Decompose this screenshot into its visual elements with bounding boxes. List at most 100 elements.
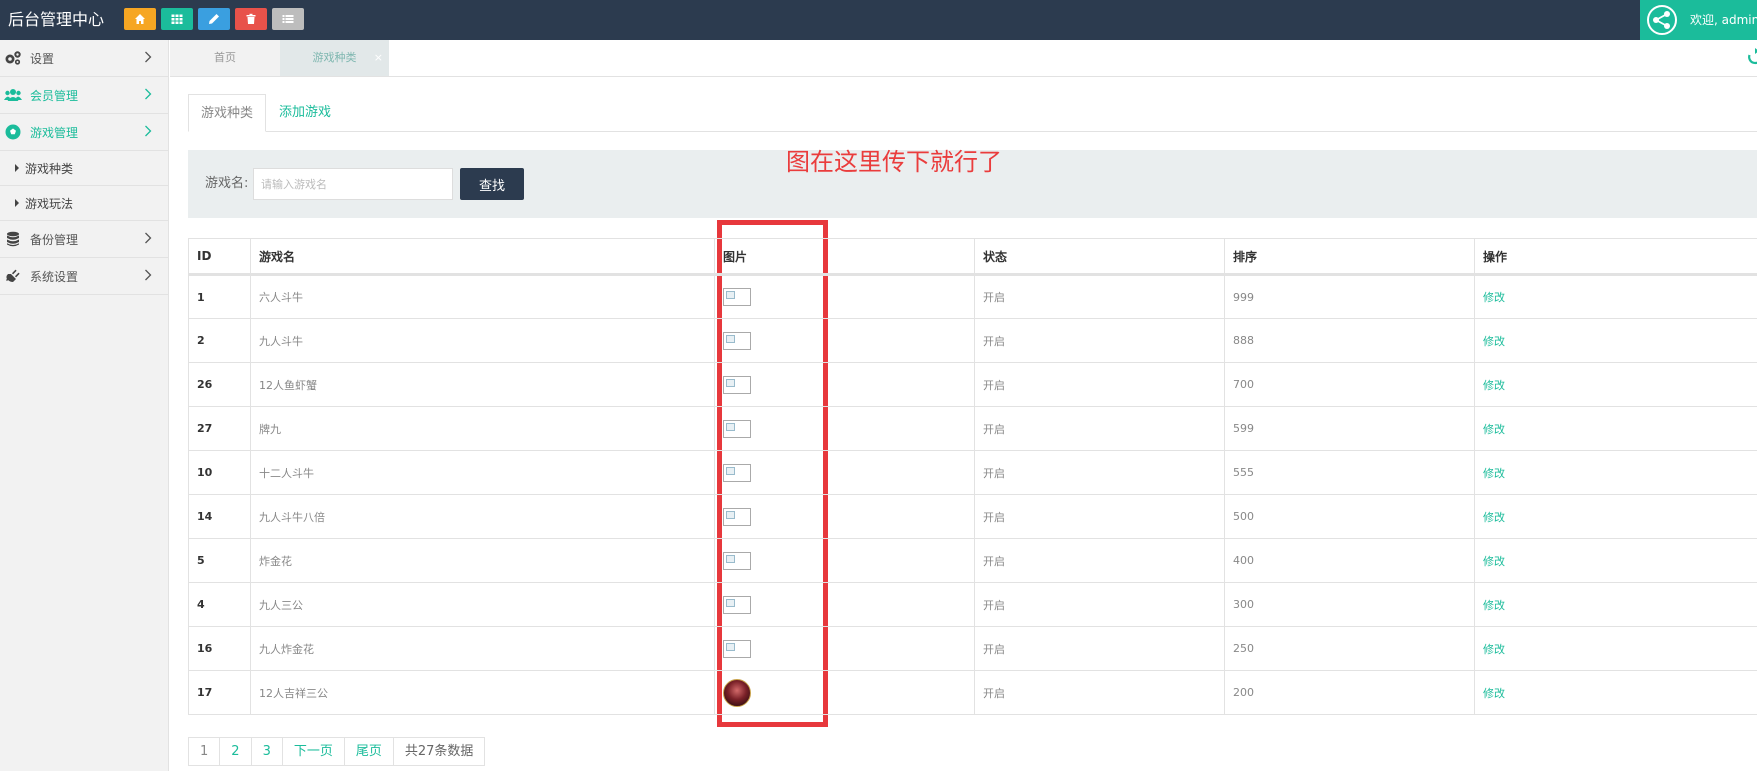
grid-icon — [171, 14, 183, 24]
sidebar-subitem-game-rules[interactable]: 游戏玩法 — [0, 186, 168, 221]
sidebar-item-settings[interactable]: 设置 — [0, 40, 168, 77]
caret-right-icon — [15, 164, 19, 172]
sidebar-item-system-settings[interactable]: 系统设置 — [0, 258, 168, 295]
cell-image — [714, 450, 975, 495]
table-row: 10 十二人斗牛 开启 555 修改 — [188, 450, 1757, 495]
sidebar-subitem-label: 游戏玩法 — [25, 196, 74, 211]
table-header-row: ID 游戏名 图片 状态 排序 操作 — [188, 238, 1757, 276]
cell-id: 1 — [188, 274, 251, 319]
cell-name: 九人斗牛 — [250, 318, 715, 363]
broken-image-icon — [723, 551, 751, 570]
broken-image-icon — [723, 288, 751, 306]
page-2[interactable]: 2 — [220, 738, 252, 765]
cell-name: 牌九 — [250, 406, 715, 451]
edit-link[interactable]: 修改 — [1474, 450, 1757, 495]
cell-id: 4 — [188, 582, 251, 627]
soccer-ball-icon — [3, 123, 23, 141]
column-header-image: 图片 — [714, 238, 975, 276]
content-tab-bar: 游戏种类 添加游戏 — [188, 94, 1757, 132]
game-name-input[interactable] — [253, 168, 453, 200]
database-icon — [3, 230, 23, 248]
broken-image-icon — [723, 375, 751, 394]
edit-link[interactable]: 修改 — [1474, 318, 1757, 363]
sidebar-subitem-game-types[interactable]: 游戏种类 — [0, 151, 168, 186]
cell-name: 12人鱼虾蟹 — [250, 362, 715, 407]
chevron-right-icon — [145, 125, 152, 137]
search-label: 游戏名: — [205, 176, 249, 191]
cell-sort: 555 — [1224, 450, 1475, 495]
edit-link[interactable]: 修改 — [1474, 274, 1757, 319]
sidebar-item-label: 系统设置 — [30, 269, 79, 284]
page-1[interactable]: 1 — [189, 738, 221, 765]
tab-game-types[interactable]: 游戏种类 × — [280, 40, 389, 76]
cell-id: 26 — [188, 362, 251, 407]
cell-sort: 999 — [1224, 274, 1475, 319]
chevron-right-icon — [145, 269, 152, 281]
cell-name: 六人斗牛 — [250, 274, 715, 319]
page-3[interactable]: 3 — [252, 738, 283, 765]
user-menu[interactable]: 欢迎, admin — [1640, 0, 1757, 40]
tab-label: 游戏种类 — [312, 51, 357, 64]
cell-sort: 700 — [1224, 362, 1475, 407]
users-icon — [3, 86, 23, 104]
broken-image-icon — [723, 463, 751, 482]
cell-id: 16 — [188, 626, 251, 671]
column-header-name: 游戏名 — [250, 238, 715, 276]
cell-image — [714, 406, 975, 451]
tab-game-type-list[interactable]: 游戏种类 — [188, 94, 266, 132]
edit-link[interactable]: 修改 — [1474, 670, 1757, 715]
cell-id: 10 — [188, 450, 251, 495]
edit-button[interactable] — [198, 8, 230, 30]
plug-icon — [3, 267, 23, 285]
edit-link[interactable]: 修改 — [1474, 362, 1757, 407]
tab-close-button[interactable]: × — [374, 40, 383, 76]
broken-image-icon — [723, 419, 751, 438]
game-thumbnail-image — [723, 678, 751, 707]
cell-name: 12人吉祥三公 — [250, 670, 715, 715]
tab-add-game[interactable]: 添加游戏 — [279, 94, 331, 132]
pencil-icon — [209, 14, 219, 24]
broken-image-icon — [723, 331, 751, 350]
cell-id: 14 — [188, 494, 251, 539]
search-button[interactable]: 查找 — [460, 168, 524, 200]
broken-image-icon — [723, 507, 751, 526]
cell-status: 开启 — [974, 450, 1225, 495]
cell-status: 开启 — [974, 538, 1225, 583]
sidebar-item-games[interactable]: 游戏管理 — [0, 114, 168, 151]
sidebar-item-label: 会员管理 — [30, 88, 79, 103]
sidebar-item-members[interactable]: 会员管理 — [0, 77, 168, 114]
home-button[interactable] — [124, 8, 156, 30]
cell-id: 27 — [188, 406, 251, 451]
table-row: 27 牌九 开启 599 修改 — [188, 406, 1757, 451]
total-count: 共27条数据 — [404, 744, 474, 759]
top-bar: 后台管理中心 欢迎, admin — [0, 0, 1757, 40]
next-page-link[interactable]: 下一页 — [283, 738, 345, 765]
cell-image — [714, 538, 975, 583]
cell-sort: 300 — [1224, 582, 1475, 627]
column-header-status: 状态 — [974, 238, 1225, 276]
annotation-text: 图在这里传下就行了 — [786, 148, 1002, 176]
pagination: 1 2 3 下一页 尾页 共27条数据 — [188, 737, 486, 766]
edit-link[interactable]: 修改 — [1474, 582, 1757, 627]
column-header-id: ID — [188, 238, 251, 276]
cell-sort: 200 — [1224, 670, 1475, 715]
last-page-link[interactable]: 尾页 — [345, 738, 394, 765]
cell-sort: 400 — [1224, 538, 1475, 583]
tab-home[interactable]: 首页 — [170, 40, 280, 76]
delete-button[interactable] — [235, 8, 267, 30]
edit-link[interactable]: 修改 — [1474, 494, 1757, 539]
sidebar-item-label: 游戏管理 — [30, 125, 79, 140]
table-row: 2 九人斗牛 开启 888 修改 — [188, 318, 1757, 363]
edit-link[interactable]: 修改 — [1474, 406, 1757, 451]
refresh-icon[interactable] — [1747, 48, 1757, 66]
table-row: 14 九人斗牛八倍 开启 500 修改 — [188, 494, 1757, 539]
edit-link[interactable]: 修改 — [1474, 538, 1757, 583]
cell-sort: 250 — [1224, 626, 1475, 671]
list-button[interactable] — [272, 8, 304, 30]
cell-name: 十二人斗牛 — [250, 450, 715, 495]
sidebar-item-backup[interactable]: 备份管理 — [0, 221, 168, 258]
cell-image — [714, 626, 975, 671]
edit-link[interactable]: 修改 — [1474, 626, 1757, 671]
cell-sort: 888 — [1224, 318, 1475, 363]
grid-button[interactable] — [161, 8, 193, 30]
